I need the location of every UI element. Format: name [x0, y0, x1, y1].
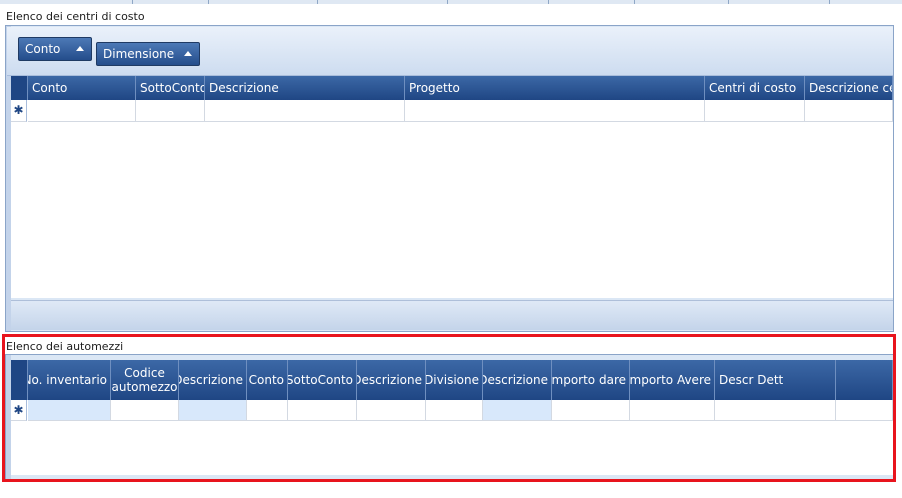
tab-divider — [132, 0, 133, 4]
column-header-conto[interactable]: Conto — [247, 360, 288, 400]
grid-cell[interactable] — [357, 400, 426, 421]
tab-divider — [829, 0, 830, 4]
vehicles-panel: No. inventario Codice automezzo Descrizi… — [5, 354, 894, 481]
grid-cell[interactable] — [288, 400, 357, 421]
column-header-importo-dare[interactable]: Importo dare — [552, 360, 630, 400]
grid-cell[interactable] — [552, 400, 630, 421]
column-header-descr-dett[interactable]: Descr Dett — [715, 360, 836, 400]
column-header-no-inventario[interactable]: No. inventario — [28, 360, 111, 400]
column-header-descrizione[interactable]: Descrizione — [205, 76, 405, 100]
column-header-progetto[interactable]: Progetto — [405, 76, 705, 100]
grid-cell[interactable] — [805, 100, 893, 122]
grid-cell[interactable] — [205, 100, 405, 122]
column-header-codice-automezzo[interactable]: Codice automezzo — [111, 360, 179, 400]
cost-centers-panel: Conto Dimensione Conto SottoConto Descri… — [5, 25, 894, 332]
grid-cell[interactable] — [136, 100, 205, 122]
column-header-centri-di-costo[interactable]: Centri di costo — [705, 76, 805, 100]
tab-strip — [0, 0, 902, 4]
tab-divider — [634, 0, 635, 4]
grid-cell[interactable] — [836, 400, 893, 421]
grid-cell[interactable] — [426, 400, 483, 421]
grid-cell[interactable] — [111, 400, 179, 421]
grid-cell[interactable] — [179, 400, 247, 421]
row-selector-header — [11, 360, 28, 400]
tab-divider — [317, 0, 318, 4]
group-button-label: Dimensione — [103, 47, 175, 61]
grid-header-row: Conto SottoConto Descrizione Progetto Ce… — [11, 76, 893, 100]
sort-ascending-icon — [184, 51, 192, 56]
section-title-cost-centers: Elenco dei centri di costo — [6, 10, 145, 23]
grid-cell[interactable] — [715, 400, 836, 421]
grid-cell[interactable] — [483, 400, 552, 421]
new-row[interactable]: ✱ — [11, 400, 893, 421]
column-header-conto[interactable]: Conto — [28, 76, 136, 100]
grid-cell[interactable] — [28, 400, 111, 421]
new-row[interactable]: ✱ — [11, 100, 893, 122]
column-header-sottoconto[interactable]: SottoConto — [288, 360, 357, 400]
column-header-descrizione[interactable]: Descrizione — [179, 360, 247, 400]
group-button-conto[interactable]: Conto — [18, 37, 92, 61]
sort-ascending-icon — [76, 46, 84, 51]
grid-footer-bar — [11, 300, 893, 330]
group-button-dimensione[interactable]: Dimensione — [96, 42, 200, 66]
column-header-importo-avere[interactable]: Importo Avere — [630, 360, 715, 400]
column-header-divisione[interactable]: Divisione — [426, 360, 483, 400]
vehicles-grid: No. inventario Codice automezzo Descrizi… — [11, 360, 893, 475]
section-title-vehicles: Elenco dei automezzi — [6, 340, 124, 353]
column-header-descrizione-divisione[interactable]: Descrizione — [483, 360, 552, 400]
grid-cell[interactable] — [405, 100, 705, 122]
new-row-icon: ✱ — [11, 400, 27, 421]
grid-cell[interactable] — [630, 400, 715, 421]
group-by-bar: Conto Dimensione — [7, 27, 893, 76]
grid-cell[interactable] — [247, 400, 288, 421]
tab-divider — [208, 0, 209, 4]
tab-divider — [728, 0, 729, 4]
column-header-descrizione-centro[interactable]: Descrizione cen — [805, 76, 893, 100]
column-header-extra[interactable] — [836, 360, 893, 400]
tab-divider — [447, 0, 448, 4]
grid-header-row: No. inventario Codice automezzo Descrizi… — [11, 360, 893, 400]
column-header-sottoconto[interactable]: SottoConto — [136, 76, 205, 100]
new-row-icon: ✱ — [11, 100, 27, 122]
cost-centers-grid: Conto SottoConto Descrizione Progetto Ce… — [11, 76, 893, 298]
row-selector-header — [11, 76, 28, 100]
group-button-label: Conto — [25, 42, 61, 56]
grid-cell[interactable] — [28, 100, 136, 122]
grid-cell[interactable] — [705, 100, 805, 122]
tab-divider — [548, 0, 549, 4]
column-header-descrizione-conto[interactable]: Descrizione — [357, 360, 426, 400]
